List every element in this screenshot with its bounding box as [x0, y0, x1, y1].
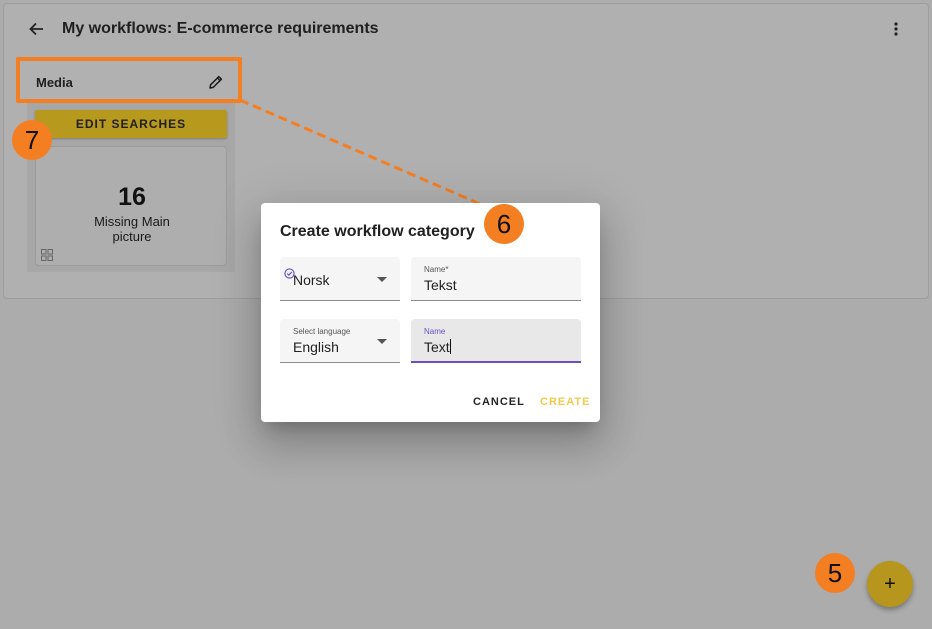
highlight-frame — [16, 57, 242, 103]
language-select-1-value: Norsk — [293, 272, 330, 288]
name-field-2-label: Name — [424, 327, 446, 336]
stat-card[interactable]: 16 Missing Main picture — [35, 146, 227, 266]
plus-icon: + — [884, 572, 896, 595]
stat-count: 16 — [118, 183, 146, 211]
stat-label: Missing Main picture — [94, 214, 170, 244]
name-field-2-value: Text — [424, 339, 450, 355]
language-select-2-label: Select language — [293, 327, 351, 336]
edit-searches-button[interactable]: EDIT SEARCHES — [35, 110, 227, 138]
dropdown-arrow-icon — [377, 277, 387, 282]
page-title: My workflows: E-commerce requirements — [62, 20, 379, 37]
dialog-title: Create workflow category — [280, 223, 475, 240]
cancel-button[interactable]: CANCEL — [473, 396, 525, 408]
step-badge-5: 5 — [815, 553, 855, 593]
back-arrow-icon[interactable] — [24, 17, 48, 41]
language-select-2-value: English — [293, 339, 339, 355]
more-vert-icon[interactable] — [884, 17, 908, 41]
grid-icon — [41, 249, 53, 261]
add-category-fab[interactable]: + — [867, 561, 913, 607]
name-field-1-value: Tekst — [424, 277, 457, 293]
language-select-1[interactable]: Norsk — [280, 257, 400, 301]
name-field-1-label: Name* — [424, 265, 449, 274]
text-caret — [449, 339, 451, 354]
step-badge-6: 6 — [484, 204, 524, 244]
create-button[interactable]: CREATE — [540, 396, 590, 408]
name-field-1[interactable]: Name* Tekst — [411, 257, 581, 301]
create-category-dialog: Create workflow category Norsk Name* Tek… — [261, 203, 600, 422]
dropdown-arrow-icon — [377, 339, 387, 344]
step-badge-7: 7 — [12, 120, 52, 160]
name-field-2[interactable]: Name Text — [411, 319, 581, 363]
language-select-2[interactable]: Select language English — [280, 319, 400, 363]
